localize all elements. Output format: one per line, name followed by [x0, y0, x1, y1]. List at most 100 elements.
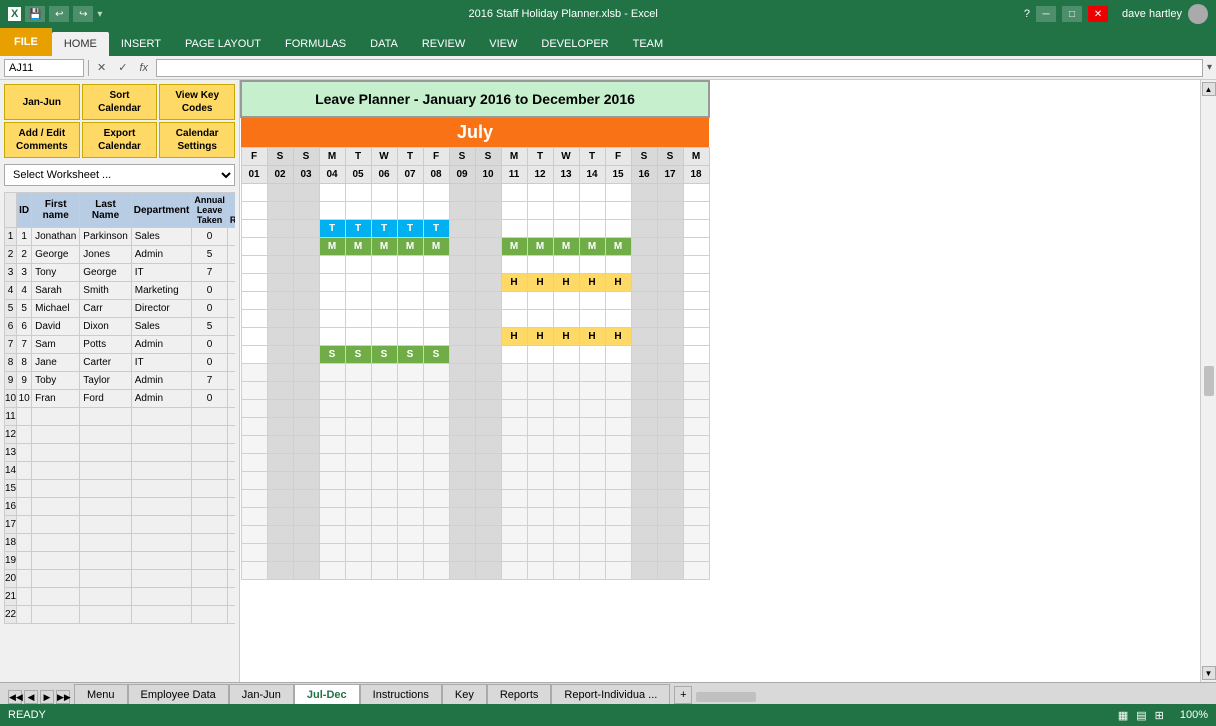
sheet-nav-next[interactable]: ▶	[40, 690, 54, 704]
calendar-cell[interactable]	[449, 202, 475, 220]
save-quick-btn[interactable]: 💾	[25, 6, 45, 22]
confirm-formula[interactable]: ✓	[114, 61, 131, 74]
calendar-cell[interactable]	[319, 256, 345, 274]
calendar-cell[interactable]	[527, 220, 553, 238]
calendar-cell[interactable]	[657, 202, 683, 220]
tab-page-layout[interactable]: PAGE LAYOUT	[173, 32, 273, 56]
tab-developer[interactable]: DEVELOPER	[529, 32, 620, 56]
sheet-tab[interactable]: Menu	[74, 684, 128, 704]
calendar-cell[interactable]	[553, 346, 579, 364]
sheet-tab[interactable]: Key	[442, 684, 487, 704]
calendar-cell[interactable]	[475, 202, 501, 220]
calendar-cell[interactable]	[501, 346, 527, 364]
calendar-cell[interactable]	[345, 292, 371, 310]
calendar-cell[interactable]	[475, 274, 501, 292]
calendar-cell[interactable]	[657, 256, 683, 274]
calendar-cell[interactable]	[397, 310, 423, 328]
calendar-cell[interactable]: H	[579, 328, 605, 346]
calendar-cell[interactable]	[449, 292, 475, 310]
calendar-cell[interactable]	[553, 310, 579, 328]
restore-btn[interactable]: □	[1062, 6, 1082, 22]
calendar-cell[interactable]	[241, 256, 267, 274]
calendar-cell[interactable]	[605, 346, 631, 364]
calendar-cell[interactable]	[241, 274, 267, 292]
sheet-nav-last[interactable]: ▶▶	[56, 690, 70, 704]
sheet-tab[interactable]: Employee Data	[128, 684, 229, 704]
calendar-cell[interactable]	[449, 220, 475, 238]
calendar-cell[interactable]	[527, 256, 553, 274]
calendar-cell[interactable]	[631, 238, 657, 256]
calendar-cell[interactable]: M	[501, 238, 527, 256]
view-layout-btn[interactable]: ▤	[1136, 709, 1146, 722]
calendar-cell[interactable]	[267, 238, 293, 256]
calendar-cell[interactable]	[631, 328, 657, 346]
horizontal-scrollbar[interactable]	[692, 690, 1216, 704]
calendar-cell[interactable]	[397, 292, 423, 310]
minimize-btn[interactable]: ─	[1036, 6, 1056, 22]
calendar-cell[interactable]	[371, 328, 397, 346]
calendar-cell[interactable]	[345, 310, 371, 328]
calendar-cell[interactable]	[657, 184, 683, 202]
calendar-cell[interactable]: M	[371, 238, 397, 256]
calendar-cell[interactable]: H	[605, 274, 631, 292]
calendar-cell[interactable]	[319, 310, 345, 328]
scroll-up-btn[interactable]: ▲	[1202, 82, 1216, 96]
calendar-cell[interactable]	[319, 292, 345, 310]
calendar-cell[interactable]	[657, 220, 683, 238]
calendar-cell[interactable]	[241, 328, 267, 346]
view-page-btn[interactable]: ⊞	[1155, 709, 1164, 722]
sheet-tab[interactable]: Reports	[487, 684, 552, 704]
calendar-cell[interactable]	[371, 274, 397, 292]
calendar-cell[interactable]: M	[605, 238, 631, 256]
calendar-cell[interactable]: H	[553, 328, 579, 346]
tab-view[interactable]: VIEW	[477, 32, 529, 56]
calendar-cell[interactable]	[579, 220, 605, 238]
calendar-cell[interactable]	[267, 328, 293, 346]
vertical-scrollbar[interactable]: ▲ ▼	[1200, 80, 1216, 682]
sheet-tab[interactable]: Jan-Jun	[229, 684, 294, 704]
calendar-cell[interactable]	[553, 292, 579, 310]
scroll-thumb[interactable]	[1204, 366, 1214, 396]
sheet-nav-first[interactable]: ◀◀	[8, 690, 22, 704]
calendar-cell[interactable]	[293, 328, 319, 346]
calendar-cell[interactable]	[423, 184, 449, 202]
calendar-cell[interactable]	[683, 346, 709, 364]
calendar-cell[interactable]	[267, 220, 293, 238]
calendar-cell[interactable]	[553, 184, 579, 202]
undo-btn[interactable]: ↩	[49, 6, 69, 22]
tab-team[interactable]: TEAM	[621, 32, 676, 56]
calendar-cell[interactable]	[475, 256, 501, 274]
tab-home[interactable]: HOME	[52, 32, 109, 56]
calendar-cell[interactable]: H	[605, 328, 631, 346]
calendar-cell[interactable]	[631, 184, 657, 202]
calendar-cell[interactable]	[267, 310, 293, 328]
calendar-cell[interactable]	[657, 328, 683, 346]
calendar-cell[interactable]	[397, 184, 423, 202]
calendar-cell[interactable]	[579, 202, 605, 220]
select-worksheet-dropdown[interactable]: Select Worksheet ...	[4, 164, 235, 186]
calendar-cell[interactable]	[397, 328, 423, 346]
calendar-cell[interactable]	[683, 220, 709, 238]
calendar-cell[interactable]	[475, 184, 501, 202]
cell-reference[interactable]: AJ11	[4, 59, 84, 77]
tab-data[interactable]: DATA	[358, 32, 410, 56]
calendar-cell[interactable]: S	[371, 346, 397, 364]
calendar-cell[interactable]	[527, 346, 553, 364]
calendar-cell[interactable]	[423, 202, 449, 220]
calendar-cell[interactable]	[631, 292, 657, 310]
h-scroll-thumb[interactable]	[696, 692, 756, 702]
calendar-cell[interactable]	[345, 184, 371, 202]
calendar-cell[interactable]	[241, 292, 267, 310]
calendar-cell[interactable]	[397, 202, 423, 220]
calendar-cell[interactable]	[241, 346, 267, 364]
calendar-cell[interactable]	[371, 256, 397, 274]
calendar-cell[interactable]	[683, 238, 709, 256]
calendar-cell[interactable]	[657, 274, 683, 292]
add-edit-comments-btn[interactable]: Add / Edit Comments	[4, 122, 80, 158]
calendar-cell[interactable]	[267, 202, 293, 220]
calendar-cell[interactable]	[371, 292, 397, 310]
calendar-settings-btn[interactable]: Calendar Settings	[159, 122, 235, 158]
calendar-cell[interactable]	[501, 184, 527, 202]
view-normal-btn[interactable]: ▦	[1118, 709, 1128, 722]
calendar-cell[interactable]	[267, 184, 293, 202]
